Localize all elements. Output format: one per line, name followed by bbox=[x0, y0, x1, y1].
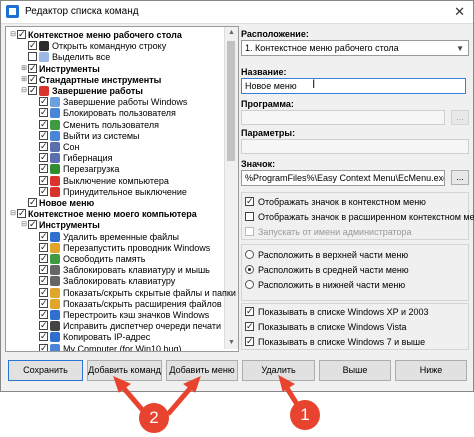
arrowhead-delete bbox=[278, 375, 295, 392]
annotation-badge-2: 2 bbox=[139, 403, 169, 433]
annotation-badge-1: 1 bbox=[290, 400, 320, 430]
annotation-arrows bbox=[113, 375, 303, 416]
arrow-to-add-menu bbox=[166, 382, 196, 416]
